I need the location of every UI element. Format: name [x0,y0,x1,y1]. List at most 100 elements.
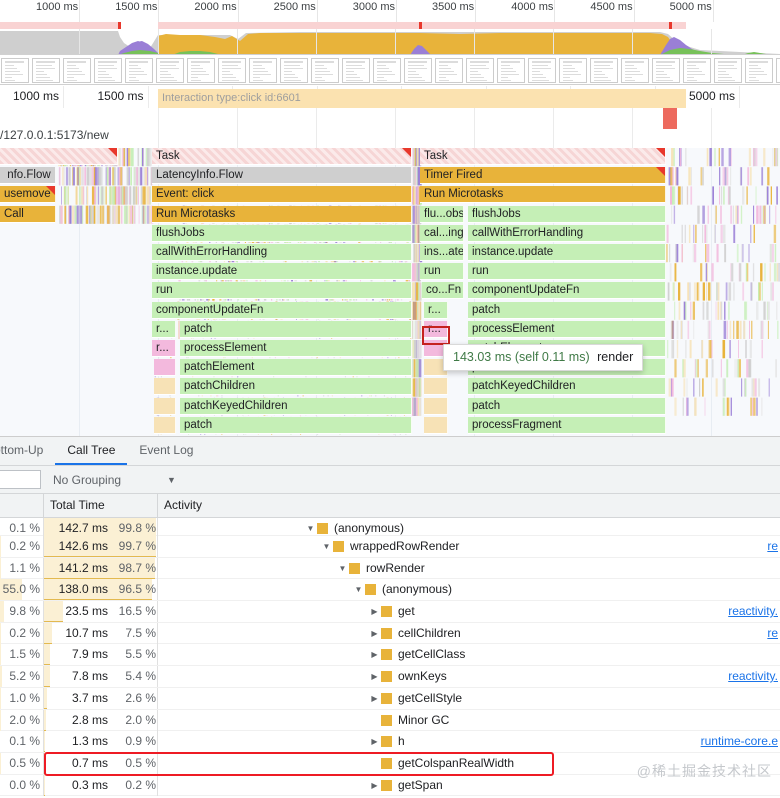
activity-cell[interactable]: ▼ rowRender [336,558,425,579]
activity-cell[interactable]: getColspanRealWidth [368,753,514,774]
table-row[interactable]: 0.2 % 142.6 ms 99.7 % ▼ wrappedRowRender re [0,536,780,558]
interaction-track-click[interactable]: Interaction type:click id:6601 [158,89,686,108]
flame-bar[interactable]: flu...obs [420,205,464,223]
filmstrip-frame[interactable] [590,57,618,83]
flame-bar[interactable]: run [152,282,412,300]
tab-bottom-up[interactable]: Bottom-Up [0,437,55,465]
chevron-right-icon[interactable]: ▶ [368,775,381,796]
filmstrip-frame[interactable] [125,57,153,83]
flame-bar[interactable]: callWithErrorHandling [468,224,666,242]
flame-bar[interactable]: patch [180,416,412,434]
chevron-right-icon[interactable]: ▶ [368,601,381,622]
flame-bar[interactable] [424,397,448,415]
network-segment[interactable] [0,22,118,29]
source-link[interactable]: reactivity. [728,666,778,687]
source-link[interactable]: re [767,536,778,557]
chevron-right-icon[interactable]: ▶ [368,623,381,644]
filmstrip-frame[interactable] [94,57,122,83]
flame-bar[interactable]: Timer Fired [420,167,666,185]
chevron-down-icon[interactable]: ▼ [320,536,333,557]
flame-bar[interactable]: r... [424,301,448,319]
flame-bar[interactable]: instance.update [152,263,412,281]
tab-event-log[interactable]: Event Log [127,437,205,465]
activity-cell[interactable]: ▶ cellChildren [368,623,460,644]
flame-bar[interactable]: patch [468,397,666,415]
table-row[interactable]: 55.0 % 138.0 ms 96.5 % ▼ (anonymous) [0,579,780,602]
flame-bar[interactable]: usemove [0,186,56,204]
flame-bar[interactable]: Task [152,148,412,165]
flame-bar[interactable]: patch [180,320,412,338]
network-marker[interactable] [669,22,672,29]
activity-cell[interactable]: ▶ h [368,731,404,752]
flame-bar[interactable]: componentUpdateFn [468,282,666,300]
flame-bar[interactable]: instance.update [468,244,666,261]
flame-chart[interactable]: Task Task nfo.Flow LatencyInfo.Flow Timer F… [0,148,780,436]
flame-bar[interactable]: r... [424,320,448,338]
tab-call-tree[interactable]: Call Tree [55,437,128,465]
flame-bar[interactable]: ins...ate [420,244,464,261]
grouping-select[interactable]: No Grouping ▼ [53,473,176,487]
flame-bar[interactable] [154,359,176,377]
source-link[interactable]: runtime-core.e [701,731,778,752]
network-segment[interactable] [158,22,686,29]
filmstrip-frame[interactable] [466,57,494,83]
activity-cell[interactable]: ▼ (anonymous) [352,579,453,600]
filmstrip-frame[interactable] [683,57,711,83]
filmstrip-frame[interactable] [311,57,339,83]
filmstrip-frame[interactable] [187,57,215,83]
flame-bar[interactable] [154,378,176,396]
table-row[interactable]: 1.0 % 3.7 ms 2.6 % ▶ getCellStyle [0,687,780,710]
flame-bar[interactable]: processElement [468,320,666,338]
activity-cell[interactable]: ▶ getCellStyle [368,688,462,709]
column-header-activity[interactable]: Activity [158,494,202,517]
filmstrip-frame[interactable] [280,57,308,83]
chevron-down-icon[interactable]: ▼ [352,579,365,600]
flame-bar[interactable]: patchKeyedChildren [180,397,412,415]
flame-bar[interactable]: Task [420,148,666,165]
flame-bar[interactable]: patch [468,301,666,319]
flame-bar[interactable]: run [420,263,464,281]
source-link[interactable]: re [767,623,778,644]
filmstrip-frame[interactable] [621,57,649,83]
flame-bar[interactable]: patchChildren [180,378,412,396]
activity-cell[interactable]: ▶ getCellClass [368,644,465,665]
flame-bar[interactable]: patchKeyedChildren [468,378,666,396]
filmstrip-frame[interactable] [776,57,780,83]
table-row[interactable]: 9.8 % 23.5 ms 16.5 % ▶ get reactivity. [0,601,780,623]
table-row[interactable]: 0.1 % 1.3 ms 0.9 % ▶ h runtime-core.e [0,731,780,753]
flame-bar[interactable] [424,378,448,396]
filmstrip-frame[interactable] [373,57,401,83]
network-marker[interactable] [118,22,121,29]
flame-bar[interactable]: LatencyInfo.Flow [152,167,412,185]
filmstrip-frame[interactable] [1,57,29,83]
source-link[interactable]: reactivity. [728,601,778,622]
chevron-right-icon[interactable]: ▶ [368,731,381,752]
flame-bar[interactable] [154,416,176,434]
flame-bar[interactable]: flushJobs [468,205,666,223]
table-row[interactable]: 5.2 % 7.8 ms 5.4 % ▶ ownKeys reactivity. [0,666,780,688]
flame-bar[interactable]: flushJobs [152,224,412,242]
flame-bar[interactable]: Run Microtasks [420,186,666,204]
activity-cell[interactable]: Minor GC [368,710,449,731]
filmstrip-frame[interactable] [714,57,742,83]
flame-bar[interactable]: processFragment [468,416,666,434]
flame-bar[interactable]: processElement [180,340,412,357]
filmstrip-frame[interactable] [156,57,184,83]
flame-bar[interactable] [424,416,448,434]
activity-cell[interactable]: ▶ ownKeys [368,666,446,687]
filmstrip-frame[interactable] [435,57,463,83]
flame-bar[interactable]: Call [0,205,56,223]
filmstrip-frame[interactable] [218,57,246,83]
activity-cell[interactable]: ▼ wrappedRowRender [320,536,460,557]
event-marker[interactable] [663,108,677,129]
flame-bar[interactable]: componentUpdateFn [152,301,412,319]
flame-bar[interactable]: patchElement [180,359,412,377]
table-row[interactable]: 0.2 % 10.7 ms 7.5 % ▶ cellChildren re [0,622,780,645]
filmstrip-frame[interactable] [559,57,587,83]
activity-cell[interactable]: ▶ get [368,601,414,622]
chevron-right-icon[interactable]: ▶ [368,644,381,665]
chevron-right-icon[interactable]: ▶ [368,688,381,709]
filmstrip-frame[interactable] [404,57,432,83]
filmstrip-frame[interactable] [745,57,773,83]
flame-bar[interactable]: callWithErrorHandling [152,244,412,261]
